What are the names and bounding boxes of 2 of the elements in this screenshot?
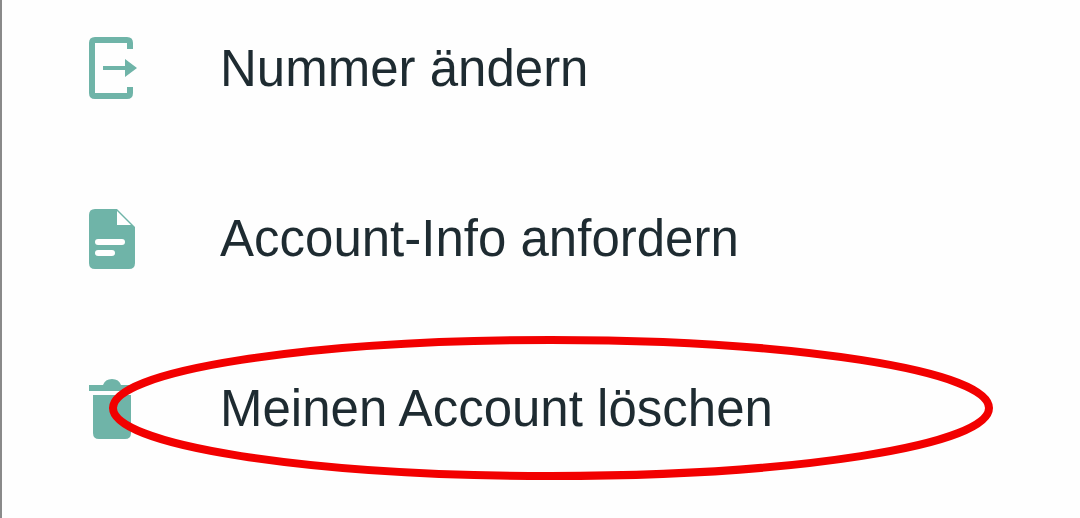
menu-item-label[interactable]: Nummer ändern — [220, 38, 589, 98]
menu-item-label[interactable]: Account-Info anfordern — [220, 208, 739, 268]
